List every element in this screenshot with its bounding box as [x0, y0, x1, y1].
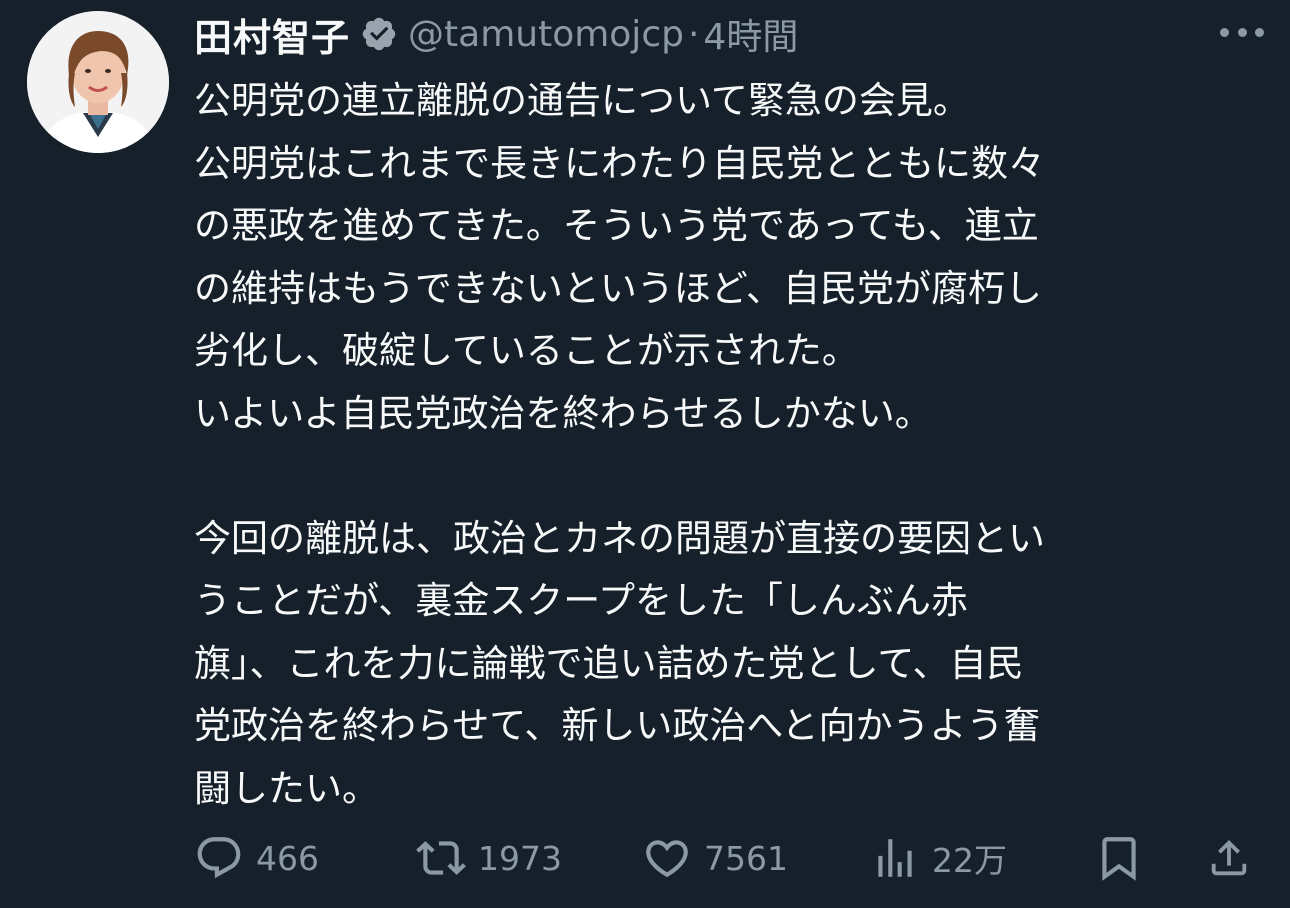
tweet-text-line: いよいよ自民党政治を終わらせるしかない。 [194, 391, 932, 435]
avatar[interactable] [27, 11, 169, 153]
author-handle[interactable]: @tamutomojcp [408, 14, 684, 55]
tweet-text-line: の維持はもうできないというほど、自民党が腐朽し [194, 266, 1043, 310]
more-dot [1220, 27, 1229, 37]
bookmark-button[interactable] [1094, 826, 1144, 890]
tweet-timestamp[interactable]: 4時間 [703, 8, 798, 60]
like-button[interactable]: 7561 [642, 826, 788, 890]
reply-count: 466 [256, 838, 319, 878]
tweet-text-line [194, 445, 1240, 508]
bookmark-icon [1094, 833, 1144, 883]
views-icon [870, 833, 920, 883]
tweet-text-line: 党政治を終わらせて、新しい政治へと向かうよう奮 [194, 704, 1041, 747]
separator-dot: · [687, 13, 700, 55]
verified-badge-icon[interactable] [360, 15, 398, 53]
tweet-text-line: の悪政を進めてきた。そういう党であっても、連立 [194, 204, 1039, 247]
more-icon[interactable] [1220, 18, 1264, 46]
reply-button[interactable]: 466 [194, 826, 319, 890]
reply-icon [194, 833, 244, 883]
views-button[interactable]: 22万 [870, 826, 1007, 890]
retweet-icon [416, 833, 466, 883]
tweet-header: 田村智子 @tamutomojcp · 4時間 [194, 6, 798, 62]
tweet-text-line: 旗」、これを力に論戦で追い詰めた党として、自民 [194, 641, 1024, 685]
view-count: 22万 [932, 841, 1007, 880]
retweet-count: 1973 [478, 838, 562, 878]
more-dot [1237, 27, 1247, 37]
tweet-text-line: 闘したい。 [194, 766, 379, 810]
tweet-text: 公明党の連立離脱の通告について緊急の会見。 公明党はこれまで長きにわたり自民党と… [194, 70, 1240, 820]
more-dot [1255, 27, 1264, 37]
tweet-text-line: 劣化し、破綻していることが示された。 [194, 329, 859, 372]
author-name[interactable]: 田村智子 [194, 7, 350, 62]
retweet-button[interactable]: 1973 [416, 826, 562, 890]
action-bar: 466 1973 7561 22万 [194, 826, 1260, 890]
like-count: 7561 [704, 838, 788, 878]
share-button[interactable] [1206, 826, 1252, 890]
share-icon [1206, 835, 1252, 881]
tweet-text-line: 公明党はこれまで長きにわたり自民党とともに数々 [194, 141, 1045, 185]
tweet-text-line: うことだが、裏金スクープをした「しんぶん赤 [194, 579, 969, 622]
tweet-text-line: 今回の離脱は、政治とカネの問題が直接の要因とい [194, 516, 1045, 560]
heart-icon [642, 833, 692, 883]
tweet-text-line: 公明党の連立離脱の通告について緊急の会見。 [194, 79, 970, 122]
